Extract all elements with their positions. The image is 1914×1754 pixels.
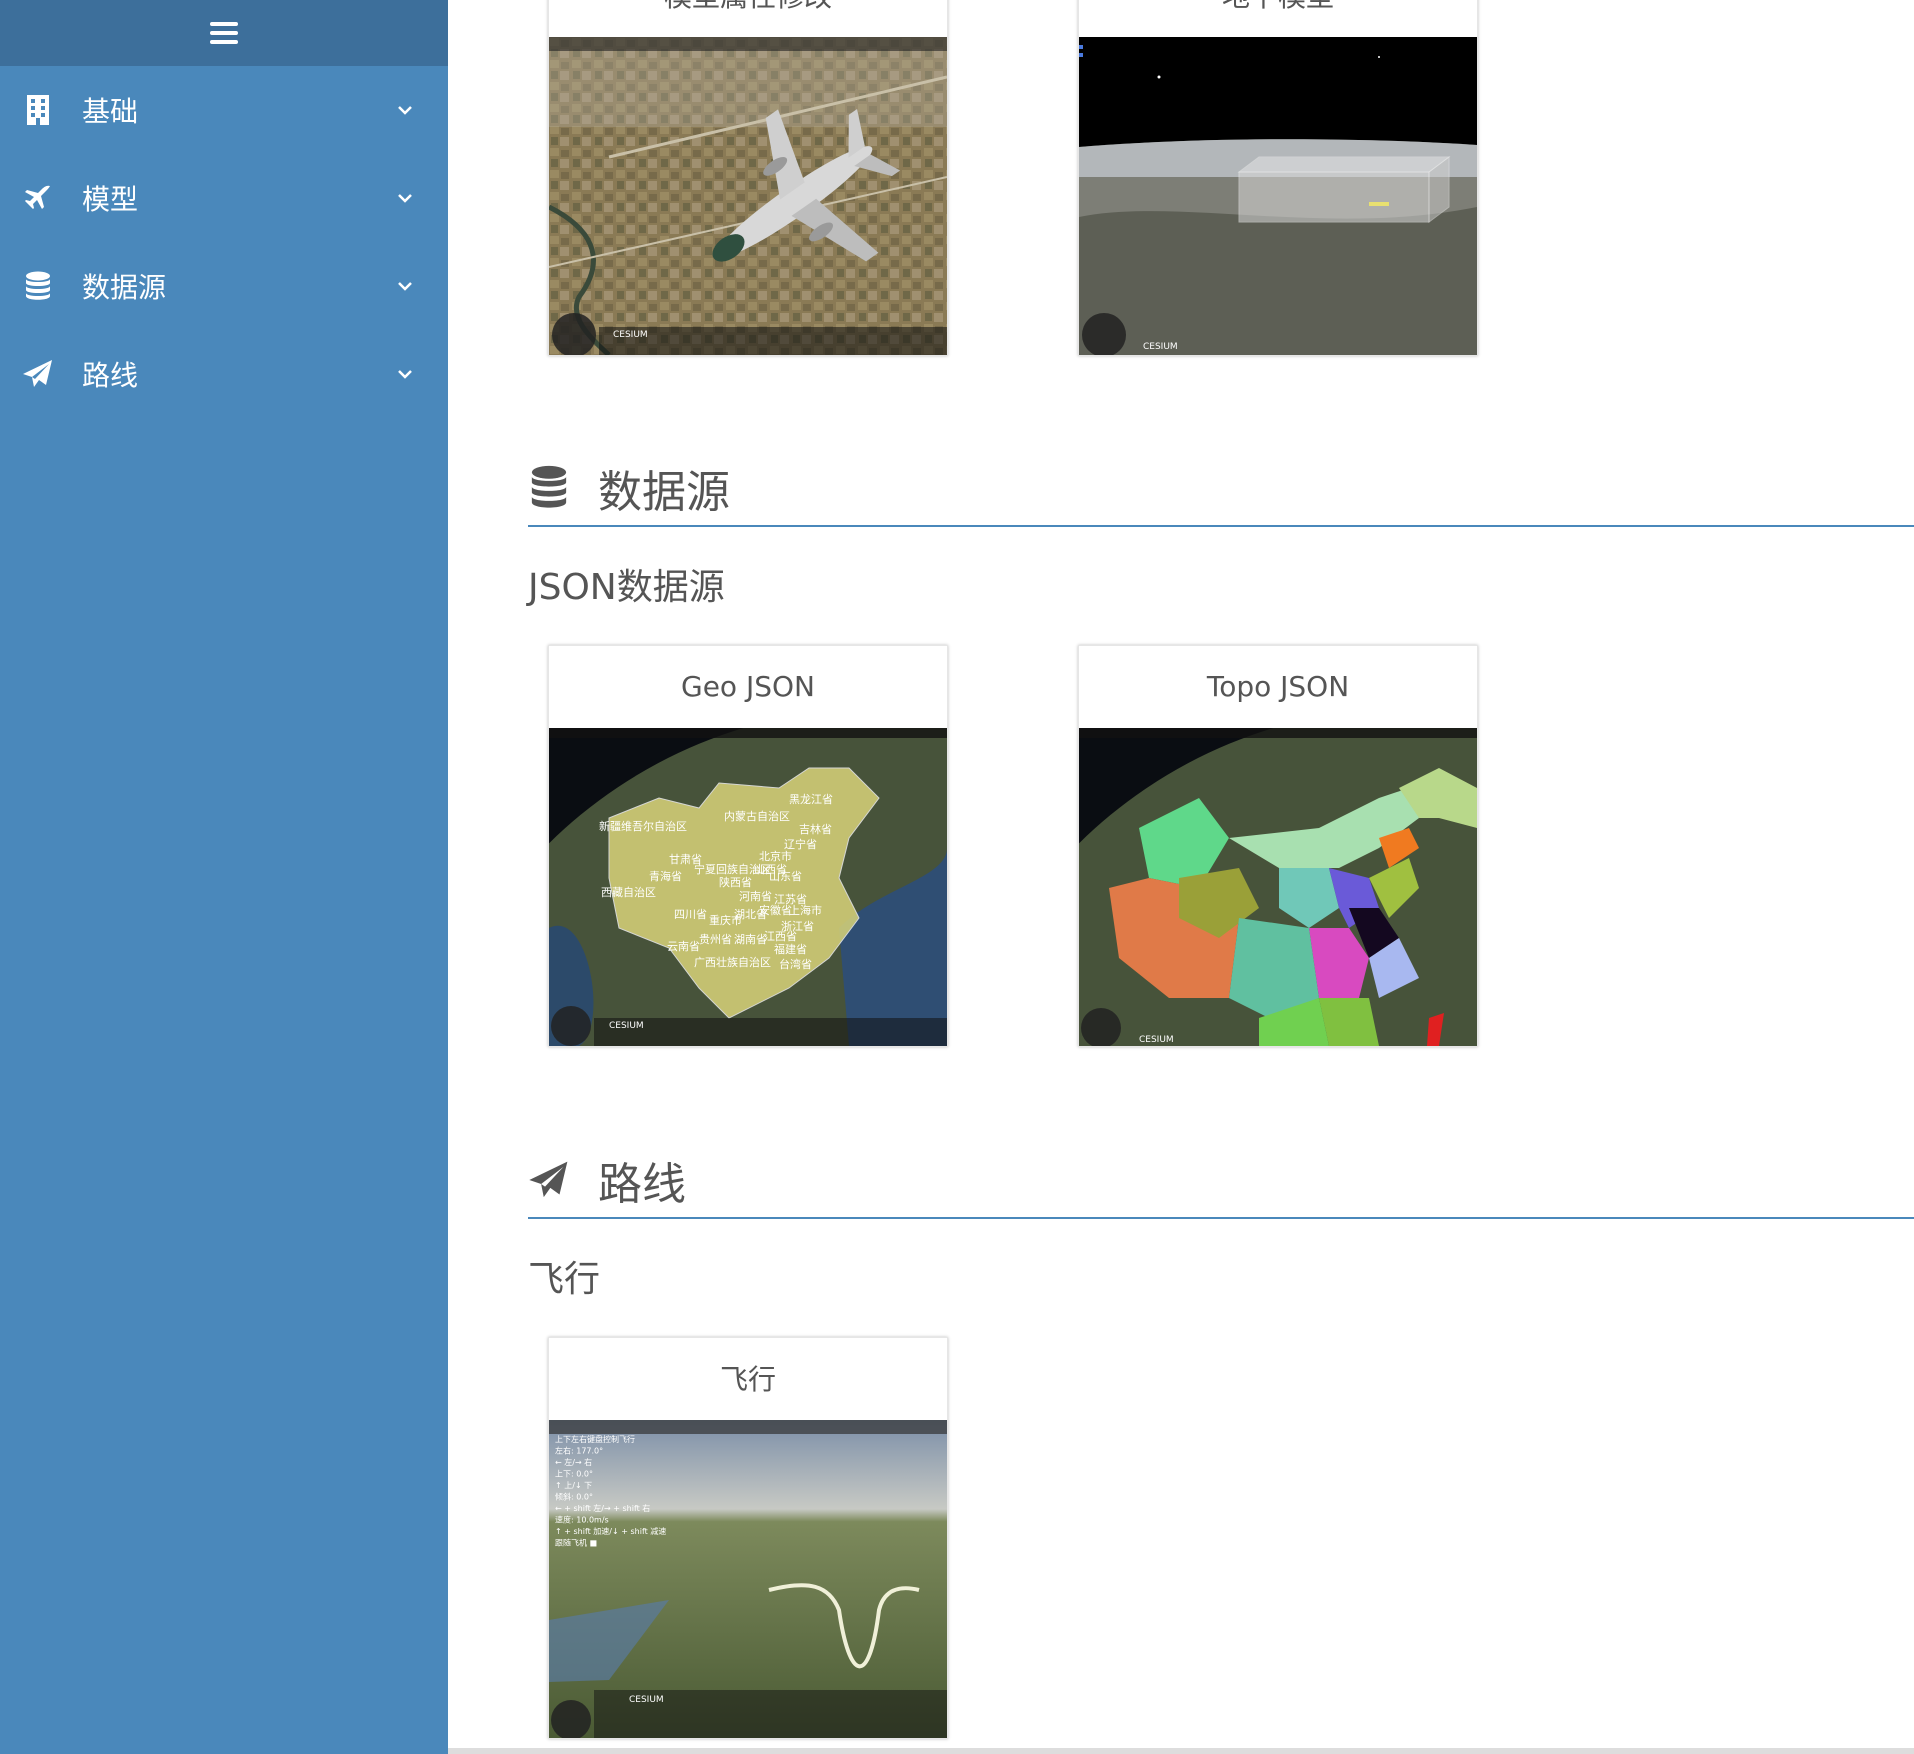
- plane-icon: [20, 180, 56, 216]
- map-label: 西藏自治区: [601, 885, 656, 899]
- flight-info-line: 速度: 10.0m/s: [555, 1515, 609, 1525]
- flight-info-line: 倾斜: 0.0°: [555, 1492, 593, 1502]
- card-thumbnail: CESIUM: [549, 37, 947, 355]
- sidebar-item-datasource[interactable]: 数据源: [0, 242, 448, 330]
- menu-icon[interactable]: [210, 22, 238, 44]
- card-title: Geo JSON: [681, 669, 815, 703]
- sidebar-item-label: 模型: [82, 183, 139, 216]
- map-label: 河南省: [739, 890, 772, 903]
- chevron-down-icon: [398, 282, 412, 291]
- flight-info-line: ↑ 上/↓ 下: [555, 1481, 592, 1490]
- building-icon: [20, 92, 56, 128]
- card-title: 地下模型: [1079, 0, 1477, 35]
- svg-text:CESIUM: CESIUM: [1139, 1035, 1174, 1045]
- demo-card-flight[interactable]: 飞行 上下左右键盘控制飞行 左右: 177.0° ← 左/→ 右上下: 0.0° ↑ …: [548, 1337, 948, 1739]
- map-label: 安徽省: [759, 903, 792, 917]
- sidebar-header: [0, 0, 448, 66]
- map-label: 四川省: [674, 908, 707, 921]
- paper-plane-icon: [528, 1157, 570, 1203]
- chevron-down-icon: [398, 194, 412, 203]
- sidebar-item-route[interactable]: 路线: [0, 330, 448, 418]
- database-icon: [528, 465, 570, 511]
- card-title: 飞行: [719, 1363, 776, 1396]
- sidebar-item-basic[interactable]: 基础: [0, 66, 448, 154]
- chevron-down-icon: [398, 106, 412, 115]
- flight-info-line: 上下左右键盘控制飞行: [555, 1434, 635, 1444]
- flight-info-line: ← + shift 左/→ + shift 右: [555, 1503, 650, 1513]
- card-thumbnail: CESIUM: [1079, 728, 1477, 1046]
- flight-info-line: ← 左/→ 右: [555, 1457, 592, 1467]
- section-title: 数据源: [598, 467, 730, 518]
- map-label: 上海市: [789, 903, 822, 917]
- sidebar-item-model[interactable]: 模型: [0, 154, 448, 242]
- svg-text:CESIUM: CESIUM: [613, 330, 648, 340]
- demo-card-geojson[interactable]: Geo JSON 内蒙古自治区 黑龙江省 新疆维吾尔自治区 吉林省 甘肃省 辽宁省 宁夏回族…: [548, 645, 948, 1047]
- sidebar-item-label: 路线: [82, 359, 139, 392]
- flight-info-line: ↑ + shift 加速/↓ + shift 减速: [555, 1526, 666, 1536]
- section-header-datasource: 数据源: [528, 451, 1914, 527]
- map-label: 湖南省: [734, 933, 767, 946]
- demo-card-topojson[interactable]: Topo JSON CESIUM: [1078, 645, 1478, 1047]
- sidebar: 基础 模型 数据源 路线: [0, 0, 448, 1754]
- map-label: 贵州省: [699, 933, 732, 946]
- map-label: 黑龙江省: [789, 793, 833, 806]
- svg-text:CESIUM: CESIUM: [629, 1695, 664, 1705]
- chevron-down-icon: [398, 370, 412, 379]
- svg-text:CESIUM: CESIUM: [1143, 342, 1178, 352]
- main-content: 模型属性修改: [448, 0, 1914, 1754]
- svg-text:CESIUM: CESIUM: [609, 1021, 644, 1031]
- map-label: 辽宁省: [784, 837, 817, 851]
- map-label: 青海省: [649, 869, 682, 883]
- sidebar-item-label: 数据源: [82, 271, 167, 304]
- subsection-title: JSON数据源: [528, 567, 725, 608]
- map-label: 新疆维吾尔自治区: [599, 819, 687, 833]
- subsection-title: 飞行: [528, 1259, 601, 1300]
- map-label: 广西壮族自治区: [694, 955, 771, 969]
- map-label: 云南省: [667, 940, 700, 953]
- map-label: 内蒙古自治区: [724, 809, 790, 823]
- card-thumbnail: CESIUM: [1079, 37, 1477, 355]
- flight-info-line: 上下: 0.0°: [555, 1470, 593, 1479]
- paper-plane-icon: [20, 356, 56, 392]
- demo-card[interactable]: 地下模型 CESIUM: [1078, 0, 1478, 356]
- flight-info-line: 跟随飞机 ■: [555, 1538, 597, 1548]
- flight-info-line: 左右: 177.0°: [555, 1446, 603, 1456]
- section-header-route: 路线: [528, 1143, 1914, 1219]
- horizontal-scrollbar[interactable]: [448, 1748, 1914, 1754]
- card-thumbnail: 上下左右键盘控制飞行 左右: 177.0° ← 左/→ 右上下: 0.0° ↑ 上/↓…: [549, 1420, 947, 1738]
- section-title: 路线: [598, 1159, 686, 1210]
- map-label: 台湾省: [779, 957, 812, 971]
- card-title: Topo JSON: [1206, 669, 1350, 703]
- card-thumbnail: 内蒙古自治区 黑龙江省 新疆维吾尔自治区 吉林省 甘肃省 辽宁省 宁夏回族自治区 北京市 青海省…: [549, 728, 947, 1046]
- map-label: 吉林省: [799, 822, 832, 836]
- map-label: 陕西省: [719, 875, 752, 889]
- map-label: 北京市: [759, 849, 792, 863]
- map-label: 福建省: [774, 942, 807, 956]
- map-label: 江西省: [764, 930, 797, 943]
- demo-card[interactable]: 模型属性修改: [548, 0, 948, 356]
- card-title: 模型属性修改: [549, 0, 947, 35]
- map-label: 山东省: [769, 870, 802, 883]
- sidebar-item-label: 基础: [82, 95, 139, 128]
- database-icon: [20, 268, 56, 304]
